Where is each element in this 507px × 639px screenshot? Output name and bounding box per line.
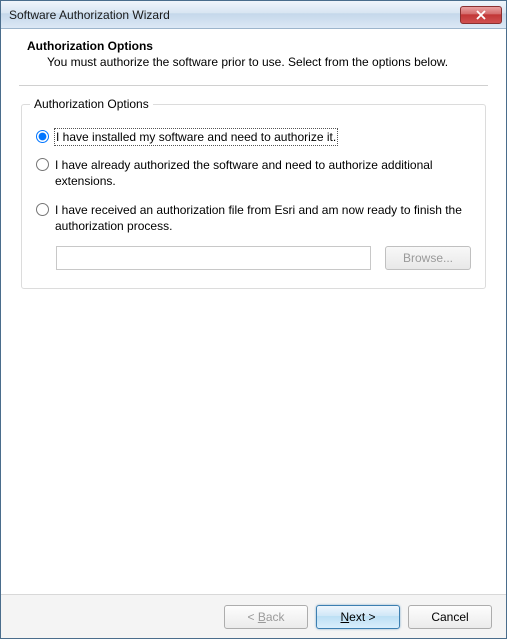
close-button[interactable]	[460, 6, 502, 24]
cancel-button[interactable]: Cancel	[408, 605, 492, 629]
authorization-options-group: Authorization Options I have installed m…	[21, 104, 486, 289]
wizard-header: Authorization Options You must authorize…	[19, 39, 488, 79]
close-icon	[476, 10, 486, 20]
divider	[19, 85, 488, 86]
option-label: I have already authorized the software a…	[55, 157, 471, 189]
authorization-file-input	[56, 246, 371, 270]
titlebar: Software Authorization Wizard	[1, 1, 506, 29]
wizard-footer: < Back Next > Cancel	[1, 594, 506, 638]
wizard-content: Authorization Options You must authorize…	[1, 29, 506, 594]
radio-authorization-file[interactable]	[36, 203, 49, 216]
option-install-authorize[interactable]: I have installed my software and need to…	[36, 129, 471, 145]
back-button: < Back	[224, 605, 308, 629]
window-title: Software Authorization Wizard	[9, 8, 460, 22]
radio-additional-extensions[interactable]	[36, 158, 49, 171]
group-label: Authorization Options	[30, 97, 153, 111]
option-label: I have received an authorization file fr…	[55, 202, 471, 234]
radio-install-authorize[interactable]	[36, 130, 49, 143]
option-authorization-file[interactable]: I have received an authorization file fr…	[36, 202, 471, 234]
browse-button: Browse...	[385, 246, 471, 270]
option-additional-extensions[interactable]: I have already authorized the software a…	[36, 157, 471, 189]
page-title: Authorization Options	[27, 39, 488, 53]
authorization-file-row: Browse...	[56, 246, 471, 270]
option-label: I have installed my software and need to…	[55, 129, 337, 145]
page-subtitle: You must authorize the software prior to…	[27, 55, 488, 69]
next-button[interactable]: Next >	[316, 605, 400, 629]
